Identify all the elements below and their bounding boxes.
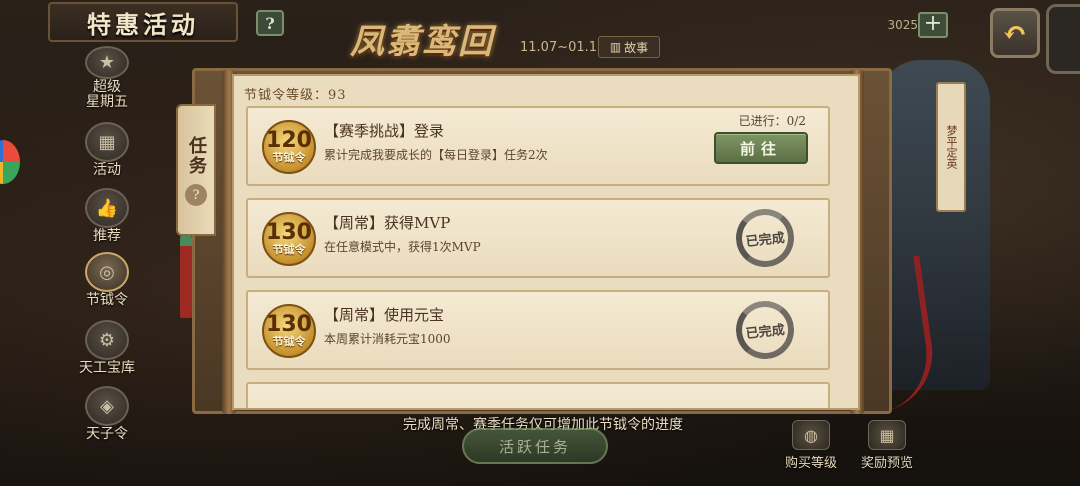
- completed-stamp: 已完成: [733, 298, 797, 362]
- reward-preview-label: 奖励预览: [860, 456, 913, 471]
- buy-level-label: 购买等级: [784, 456, 837, 471]
- tab-tasks-label: 任务: [186, 136, 207, 176]
- gift-box-icon: ▦: [868, 420, 906, 450]
- points-badge: 130 节钺令: [262, 304, 316, 358]
- sidebar-item-super-friday[interactable]: ★ 超级 星期五: [70, 46, 144, 110]
- task-panel: 节钺令等级：93 120 节钺令 【赛季挑战】登录 累计完成我要成长的【每日登录…: [232, 74, 860, 410]
- task-title: 【周常】获得MVP: [324, 214, 451, 232]
- sidebar-item-label: 超级 星期五: [86, 79, 128, 110]
- add-currency-button[interactable]: +: [918, 12, 948, 38]
- points-value: 130: [266, 220, 312, 245]
- points-badge: 120 节钺令: [262, 120, 316, 174]
- points-unit: 节钺令: [272, 243, 306, 256]
- corner-ornament: [1046, 4, 1080, 74]
- go-button[interactable]: 前往: [714, 132, 808, 164]
- buy-level-button[interactable]: ◍ 购买等级: [776, 420, 846, 476]
- task-description: 本周累计消耗元宝1000: [324, 332, 451, 346]
- currency-value: 3025: [887, 18, 918, 32]
- level-text: 节钺令等级：93: [244, 88, 347, 103]
- reward-preview-button[interactable]: ▦ 奖励预览: [852, 420, 922, 476]
- task-progress: 已进行：0/2: [738, 114, 806, 128]
- tassel-decoration: [180, 236, 192, 318]
- points-value: 130: [266, 312, 312, 337]
- event-scroll-tag[interactable]: 梦平定英: [936, 82, 966, 212]
- sidebar-item-activity[interactable]: ▦ 活动: [70, 122, 144, 186]
- points-badge: 130 节钺令: [262, 212, 316, 266]
- back-button[interactable]: ↶: [990, 8, 1040, 58]
- task-card: 130 节钺令 【周常】获得MVP 在任意模式中，获得1次MVP 已完成: [246, 198, 830, 278]
- task-title: 【周常】使用元宝: [324, 306, 445, 324]
- star-icon: ★: [85, 46, 129, 79]
- points-unit: 节钺令: [272, 335, 306, 348]
- sidebar-item-recommend[interactable]: 👍 推荐: [70, 188, 144, 252]
- task-description: 累计完成我要成长的【每日登录】任务2次: [324, 148, 548, 162]
- help-button[interactable]: ?: [256, 10, 284, 36]
- points-unit: 节钺令: [272, 151, 306, 164]
- page-title: 特惠活动: [48, 2, 238, 42]
- sidebar-item-label: 推荐: [93, 228, 121, 244]
- sidebar-item-label: 活动: [93, 162, 121, 178]
- gift-icon: ▦: [85, 122, 129, 162]
- task-card: 130 节钺令 【周常】使用元宝 本周累计消耗元宝1000 已完成: [246, 290, 830, 370]
- event-date: 11.07~01.15: [520, 40, 606, 55]
- sidebar-item-label: 节钺令: [86, 292, 128, 308]
- sidebar-item-treasure[interactable]: ⚙ 天工宝库: [70, 320, 144, 384]
- sidebar-item-jieyueling[interactable]: ◎ 节钺令: [70, 252, 144, 316]
- task-description: 在任意模式中，获得1次MVP: [324, 240, 481, 254]
- token-icon: ◎: [85, 252, 129, 292]
- thumbs-up-icon: 👍: [85, 188, 129, 228]
- points-value: 120: [266, 128, 312, 153]
- story-label: 故事: [624, 40, 649, 55]
- sidebar-item-label: 天工宝库: [79, 360, 135, 376]
- book-icon: ▥: [609, 40, 622, 54]
- treasure-icon: ⚙: [85, 320, 129, 360]
- completed-stamp: 已完成: [733, 206, 797, 270]
- event-logo: 凤翥鸾回: [350, 22, 494, 62]
- task-title: 【赛季挑战】登录: [324, 122, 445, 140]
- active-tasks-button[interactable]: 活跃任务: [462, 428, 608, 464]
- task-help-icon[interactable]: ?: [185, 184, 207, 206]
- tab-tasks[interactable]: 任务 ?: [176, 104, 216, 236]
- story-button[interactable]: ▥ 故事: [598, 36, 660, 58]
- back-arrow-icon: ↶: [1002, 15, 1028, 51]
- task-card: 120 节钺令 【赛季挑战】登录 累计完成我要成长的【每日登录】任务2次 已进行…: [246, 106, 830, 186]
- money-bag-icon: ◍: [792, 420, 830, 450]
- task-card-partial: [246, 382, 830, 408]
